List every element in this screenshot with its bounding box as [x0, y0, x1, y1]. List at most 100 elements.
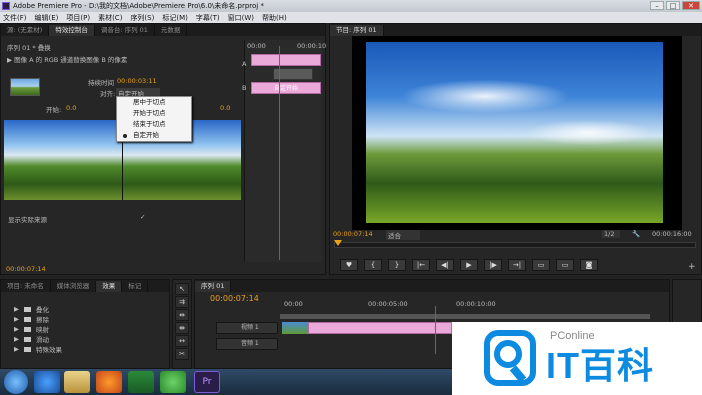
tab-effects[interactable]: 效果 — [96, 281, 123, 292]
menu-edit[interactable]: 编辑(E) — [35, 13, 59, 23]
rolling-edit-tool[interactable]: ⇼ — [175, 322, 189, 334]
bin-slide-label: 滑动 — [36, 336, 49, 344]
track-select-tool[interactable]: ⇉ — [175, 296, 189, 308]
video-clip[interactable] — [308, 322, 452, 334]
go-to-in-button[interactable]: |← — [412, 259, 430, 271]
expand-arrow-icon[interactable]: ▶ — [14, 305, 19, 313]
start-button[interactable] — [4, 370, 28, 394]
minimize-button[interactable]: – — [650, 1, 664, 10]
ripple-edit-tool[interactable]: ⇹ — [175, 309, 189, 321]
bin-special-effects[interactable]: ▶ 特殊效果 — [14, 344, 62, 354]
video-clip-thumbnail[interactable] — [282, 322, 308, 334]
program-tabs: 节目: 序列 01 — [330, 24, 701, 36]
menu-marker[interactable]: 标记(M) — [162, 13, 188, 23]
expand-arrow-icon[interactable]: ▶ — [14, 345, 19, 353]
align-label: 对齐: — [100, 90, 116, 98]
clip-a[interactable] — [251, 54, 321, 66]
program-scrub-bar[interactable] — [334, 242, 696, 248]
maximize-button[interactable]: □ — [666, 1, 680, 10]
program-playhead-marker[interactable] — [334, 240, 342, 246]
export-frame-button[interactable]: ◙ — [580, 259, 598, 271]
timeline-timecode[interactable]: 00:00:07:14 — [210, 294, 259, 303]
start-value[interactable]: 0.0 — [66, 104, 76, 112]
video-track-header[interactable]: 视频 1 — [216, 322, 278, 334]
tab-metadata[interactable]: 元数据 — [155, 25, 188, 36]
tab-markers[interactable]: 标记 — [122, 281, 149, 292]
menu-window[interactable]: 窗口(W) — [228, 13, 254, 23]
rate-stretch-tool[interactable]: ↔ — [175, 335, 189, 347]
end-value[interactable]: 0.0 — [220, 104, 230, 112]
work-area-bar[interactable] — [280, 314, 650, 319]
bin-slide[interactable]: ▶ 滑动 — [14, 334, 49, 344]
add-marker-button[interactable]: ♥ — [340, 259, 358, 271]
add-button-icon[interactable]: + — [688, 262, 696, 272]
app-green-icon[interactable] — [160, 371, 186, 393]
menu-sequence[interactable]: 序列(S) — [130, 13, 154, 23]
menu-project[interactable]: 项目(P) — [66, 13, 90, 23]
clip-b[interactable]: 自定开始 — [251, 82, 321, 94]
mark-out-button[interactable]: } — [388, 259, 406, 271]
wrench-icon[interactable]: 🔧 — [632, 230, 640, 238]
tab-sequence[interactable]: 序列 01 — [195, 281, 232, 292]
watermark: PConline IT百科 — [452, 322, 702, 395]
premiere-taskbar-icon[interactable]: Pr — [194, 371, 220, 393]
menu-item-end-at-cut[interactable]: 结束于切点 — [117, 119, 191, 130]
ruler-mid: 00:00:05:00 — [368, 300, 408, 308]
firefox-icon[interactable] — [96, 371, 122, 393]
go-to-out-button[interactable]: →| — [508, 259, 526, 271]
tab-audio-mixer[interactable]: 调音台: 序列 01 — [95, 25, 155, 36]
play-button[interactable]: ▶ — [460, 259, 478, 271]
media-player-icon[interactable] — [128, 371, 154, 393]
tab-program[interactable]: 节目: 序列 01 — [330, 25, 384, 36]
menu-clip[interactable]: 素材(C) — [98, 13, 122, 23]
audio-track-header[interactable]: 音频 1 — [216, 338, 278, 350]
program-timecode[interactable]: 00:00:07:14 — [333, 230, 373, 238]
title-bar: Adobe Premiere Pro - D:\我的文档\Adobe\Premi… — [0, 0, 702, 12]
duration-value[interactable]: 00:00:03:11 — [117, 77, 157, 85]
resolution-dropdown[interactable]: 1/2 — [602, 230, 620, 238]
step-forward-button[interactable]: |▶ — [484, 259, 502, 271]
ruler-start: 00:00 — [284, 300, 303, 308]
expand-arrow-icon[interactable]: ▶ — [14, 335, 19, 343]
menu-bar: 文件(F) 编辑(E) 项目(P) 素材(C) 序列(S) 标记(M) 字幕(T… — [0, 12, 702, 23]
fit-dropdown[interactable]: 适合 — [386, 230, 420, 240]
menu-item-custom-start-label: 自定开始 — [133, 131, 159, 139]
close-button[interactable]: ✕ — [682, 1, 700, 10]
ie-icon[interactable] — [34, 371, 60, 393]
effect-controls-timeline: 00:00 00:00:10 A B 自定开始 — [242, 40, 326, 262]
menu-item-center-at-cut[interactable]: 居中于切点 — [117, 97, 191, 108]
razor-tool[interactable]: ✂ — [175, 348, 189, 360]
tab-source[interactable]: 源: (无素材) — [1, 25, 50, 36]
bin-wipe[interactable]: ▶ 擦除 — [14, 314, 49, 324]
menu-file[interactable]: 文件(F) — [3, 13, 27, 23]
premiere-window: Adobe Premiere Pro - D:\我的文档\Adobe\Premi… — [0, 0, 702, 395]
mark-in-button[interactable]: { — [364, 259, 382, 271]
step-back-button[interactable]: ◀| — [436, 259, 454, 271]
tab-media-browser[interactable]: 媒体浏览器 — [51, 281, 97, 292]
show-actual-source-label: 显示实际来源 — [8, 216, 47, 224]
bin-dissolve[interactable]: ▶ 叠化 — [14, 304, 49, 314]
window-title: Adobe Premiere Pro - D:\我的文档\Adobe\Premi… — [13, 2, 264, 10]
lift-button[interactable]: ▭ — [532, 259, 550, 271]
folder-icon — [24, 306, 31, 312]
expand-arrow-icon[interactable]: ▶ — [14, 315, 19, 323]
video-track-label: 视频 1 — [241, 324, 259, 331]
ec-playhead[interactable] — [279, 46, 280, 260]
menu-help[interactable]: 帮助(H) — [262, 13, 287, 23]
menu-item-custom-start[interactable]: 自定开始 — [117, 130, 191, 141]
timeline-playhead[interactable] — [435, 306, 436, 354]
tab-effect-controls[interactable]: 特效控制台 — [49, 25, 95, 36]
show-actual-source-checkbox[interactable]: ✓ — [140, 213, 145, 221]
extract-button[interactable]: ▭ — [556, 259, 574, 271]
bin-map[interactable]: ▶ 映射 — [14, 324, 49, 334]
ec-ruler-end: 00:00:10 — [297, 42, 327, 50]
menu-item-start-at-cut[interactable]: 开始于切点 — [117, 108, 191, 119]
menu-item-start-at-cut-label: 开始于切点 — [133, 109, 166, 117]
tab-project[interactable]: 项目: 未命名 — [1, 281, 51, 292]
transport-controls: ♥ { } |← ◀| ▶ |▶ →| ▭ ▭ ◙ — [340, 259, 598, 271]
audio-track-label: 音频 1 — [241, 340, 259, 347]
menu-title[interactable]: 字幕(T) — [196, 13, 220, 23]
expand-arrow-icon[interactable]: ▶ — [14, 325, 19, 333]
selection-tool[interactable]: ↖ — [175, 283, 189, 295]
explorer-icon[interactable] — [64, 371, 90, 393]
